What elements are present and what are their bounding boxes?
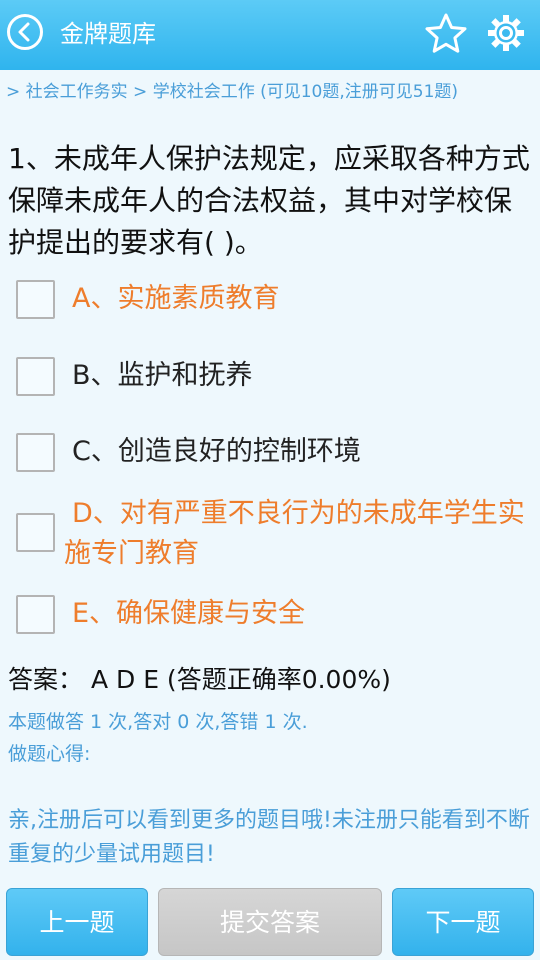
breadcrumb[interactable]: > 社会工作务实 > 学校社会工作 (可见10题,注册可见51题) xyxy=(6,80,534,104)
back-arrow-icon[interactable] xyxy=(7,14,43,50)
notes-label: 做题心得: xyxy=(8,743,91,765)
option-e-label: E、确保健康与安全 xyxy=(72,598,306,629)
app-header: 金牌题库 xyxy=(0,0,540,70)
option-a-checkbox[interactable] xyxy=(16,280,55,319)
option-b[interactable]: B、监护和抚养 xyxy=(0,353,540,399)
option-c-label: C、创造良好的控制环境 xyxy=(72,436,361,467)
option-b-label: B、监护和抚养 xyxy=(72,360,253,391)
submit-answer-button[interactable]: 提交答案 xyxy=(158,888,382,956)
app-title: 金牌题库 xyxy=(60,20,156,48)
answer-stats: 本题做答 1 次,答对 0 次,答错 1 次. xyxy=(8,711,308,733)
option-a-label: A、实施素质教育 xyxy=(72,283,280,314)
prev-question-button[interactable]: 上一题 xyxy=(6,888,148,956)
answer-text: 答案： A D E (答题正确率0.00%) xyxy=(8,665,391,694)
register-prompt[interactable]: 亲,注册后可以看到更多的题目哦!未注册只能看到不断重复的少量试用题目! xyxy=(8,804,538,872)
question-text: 1、未成年人保护法规定，应采取各种方式保障未成年人的合法权益，其中对学校保护提出… xyxy=(8,142,530,259)
option-e[interactable]: E、确保健康与安全 xyxy=(0,592,540,638)
next-question-button[interactable]: 下一题 xyxy=(392,888,534,956)
star-icon[interactable] xyxy=(424,12,468,60)
option-c-checkbox[interactable] xyxy=(16,433,55,472)
option-e-checkbox[interactable] xyxy=(16,595,55,634)
option-b-checkbox[interactable] xyxy=(16,357,55,396)
option-d[interactable]: D、对有严重不良行为的未成年学生实施专门教育 xyxy=(0,494,540,576)
option-d-label: D、对有严重不良行为的未成年学生实施专门教育 xyxy=(64,498,525,569)
option-d-checkbox[interactable] xyxy=(16,513,55,552)
option-c[interactable]: C、创造良好的控制环境 xyxy=(0,430,540,476)
option-a[interactable]: A、实施素质教育 xyxy=(0,276,540,322)
gear-icon[interactable] xyxy=(485,12,527,58)
